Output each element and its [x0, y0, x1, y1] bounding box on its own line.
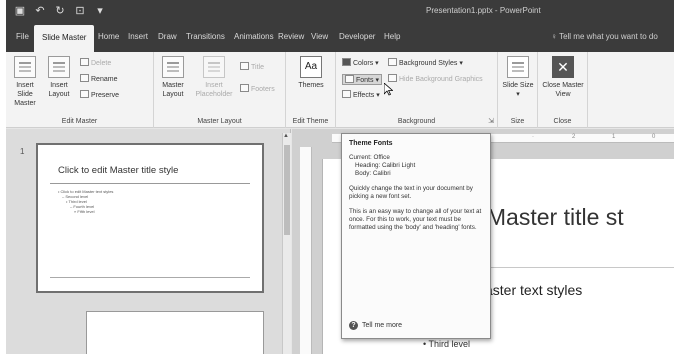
- preserve-icon: [80, 90, 89, 98]
- layout-thumbnail[interactable]: [86, 311, 264, 354]
- group-master-layout: Master Layout Insert Placeholder Title F…: [154, 52, 286, 128]
- tell-me-text: Tell me what you want to do: [559, 32, 658, 41]
- background-styles-icon: [388, 58, 397, 66]
- ribbon: Insert Slide Master Insert Layout Delete…: [6, 52, 674, 128]
- delete-icon: [80, 58, 89, 66]
- close-master-view-button[interactable]: ✕ Close Master View: [542, 56, 584, 99]
- placeholder-icon: [203, 56, 225, 78]
- dialog-launcher-icon[interactable]: ⇲: [488, 117, 494, 125]
- thumbnail-footer: [50, 277, 250, 283]
- checkbox-icon: [240, 62, 249, 70]
- group-edit-theme: Aa Themes Edit Theme: [286, 52, 336, 128]
- tooltip-description-1: Quickly change the text in your document…: [349, 185, 473, 200]
- slide-third-level[interactable]: • Third level: [423, 339, 470, 349]
- fonts-button[interactable]: Fonts ▾: [342, 74, 382, 85]
- checkbox-icon: [240, 84, 249, 92]
- slide-master-icon: [14, 56, 36, 78]
- redo-icon[interactable]: ↻: [54, 4, 66, 17]
- slide-master-thumbnail[interactable]: Click to edit Master title style • Click…: [36, 143, 264, 293]
- insert-layout-button[interactable]: Insert Layout: [44, 56, 74, 99]
- help-icon: ?: [349, 321, 358, 330]
- lightbulb-icon: ♀: [551, 32, 560, 41]
- group-size: Slide Size ▾ Size: [498, 52, 538, 128]
- thumbnail-divider: [50, 183, 250, 184]
- master-layout-icon: [162, 56, 184, 78]
- undo-icon[interactable]: ↶: [34, 4, 46, 17]
- close-icon: ✕: [552, 56, 574, 78]
- theme-fonts-tooltip: Theme Fonts Current: Office Heading: Cal…: [341, 133, 491, 339]
- save-icon[interactable]: ▣: [14, 4, 26, 17]
- mouse-cursor-icon: [383, 82, 394, 98]
- window-title: Presentation1.pptx - PowerPoint: [426, 6, 541, 15]
- preserve-button[interactable]: Preserve: [80, 90, 119, 99]
- thumbnail-title: Click to edit Master title style: [58, 165, 179, 176]
- group-label-master-layout: Master Layout: [197, 118, 242, 125]
- customize-icon[interactable]: ▾: [94, 4, 106, 17]
- tab-home[interactable]: Home: [98, 32, 119, 41]
- colors-button[interactable]: Colors ▾: [342, 58, 379, 67]
- group-edit-master: Insert Slide Master Insert Layout Delete…: [6, 52, 154, 128]
- fonts-icon: [345, 75, 354, 83]
- group-background: Colors ▾ Fonts ▾ Effects ▾ Background St…: [336, 52, 498, 128]
- scrollbar-thumb[interactable]: [284, 145, 290, 235]
- title-checkbox[interactable]: Title: [240, 62, 264, 71]
- powerpoint-window: ▣ ↶ ↻ ⊡ ▾ Presentation1.pptx - PowerPoin…: [6, 0, 674, 354]
- slide-title-placeholder[interactable]: it Master title st: [469, 204, 624, 231]
- tell-me-box[interactable]: ♀ Tell me what you want to do: [551, 32, 658, 41]
- master-layout-button[interactable]: Master Layout: [158, 56, 188, 99]
- group-label-background: Background: [397, 118, 436, 125]
- tell-me-more-link[interactable]: ? Tell me more: [349, 321, 402, 330]
- hide-background-graphics-checkbox[interactable]: Hide Background Graphics: [388, 74, 483, 83]
- checkbox-icon: [388, 74, 397, 82]
- tab-help[interactable]: Help: [384, 32, 400, 41]
- slide-size-icon: [507, 56, 529, 78]
- footers-checkbox[interactable]: Footers: [240, 84, 275, 93]
- ribbon-tabs: File Slide Master Home Insert Draw Trans…: [6, 22, 674, 52]
- vertical-ruler: [300, 147, 312, 354]
- effects-button[interactable]: Effects ▾: [342, 90, 380, 99]
- slide-body-placeholder[interactable]: aster text styles: [485, 282, 582, 298]
- slide-divider: [463, 267, 674, 268]
- tab-animations[interactable]: Animations: [234, 32, 274, 41]
- delete-button[interactable]: Delete: [80, 58, 111, 67]
- insert-slide-master-button[interactable]: Insert Slide Master: [10, 56, 40, 108]
- tab-file[interactable]: File: [16, 32, 29, 41]
- present-icon[interactable]: ⊡: [74, 4, 86, 17]
- layout-icon: [48, 56, 70, 78]
- thumbnail-body: • Click to edit Master text styles – Sec…: [58, 189, 114, 214]
- group-close: ✕ Close Master View Close: [538, 52, 588, 128]
- tooltip-current: Current: Office Heading: Calibri Light B…: [349, 154, 416, 177]
- thumbnail-pane: 1 Click to edit Master title style • Cli…: [6, 129, 291, 354]
- slide-size-button[interactable]: Slide Size ▾: [502, 56, 534, 99]
- tab-view[interactable]: View: [311, 32, 328, 41]
- tooltip-title: Theme Fonts: [349, 140, 393, 147]
- effects-icon: [342, 90, 351, 98]
- group-label-size: Size: [510, 118, 525, 125]
- rename-icon: [80, 74, 89, 82]
- slide-number: 1: [20, 147, 25, 156]
- colors-icon: [342, 58, 351, 66]
- themes-icon: Aa: [300, 56, 322, 78]
- quick-access-toolbar: ▣ ↶ ↻ ⊡ ▾: [14, 4, 106, 17]
- tab-transitions[interactable]: Transitions: [186, 32, 225, 41]
- tab-developer[interactable]: Developer: [339, 32, 375, 41]
- group-label-edit-master: Edit Master: [61, 118, 98, 125]
- scroll-up-icon[interactable]: ▲: [283, 133, 289, 139]
- insert-placeholder-button[interactable]: Insert Placeholder: [194, 56, 234, 99]
- group-label-edit-theme: Edit Theme: [292, 118, 329, 125]
- themes-button[interactable]: Aa Themes: [294, 56, 328, 90]
- tooltip-description-2: This is an easy way to change all of you…: [349, 208, 482, 231]
- tab-insert[interactable]: Insert: [128, 32, 148, 41]
- background-styles-button[interactable]: Background Styles ▾: [388, 58, 463, 67]
- thumbnail-scrollbar[interactable]: ▲: [282, 133, 291, 354]
- rename-button[interactable]: Rename: [80, 74, 117, 83]
- title-bar: ▣ ↶ ↻ ⊡ ▾ Presentation1.pptx - PowerPoin…: [6, 0, 674, 22]
- tab-slide-master[interactable]: Slide Master: [34, 25, 95, 52]
- group-label-close: Close: [553, 118, 572, 125]
- tab-draw[interactable]: Draw: [158, 32, 177, 41]
- tab-review[interactable]: Review: [278, 32, 304, 41]
